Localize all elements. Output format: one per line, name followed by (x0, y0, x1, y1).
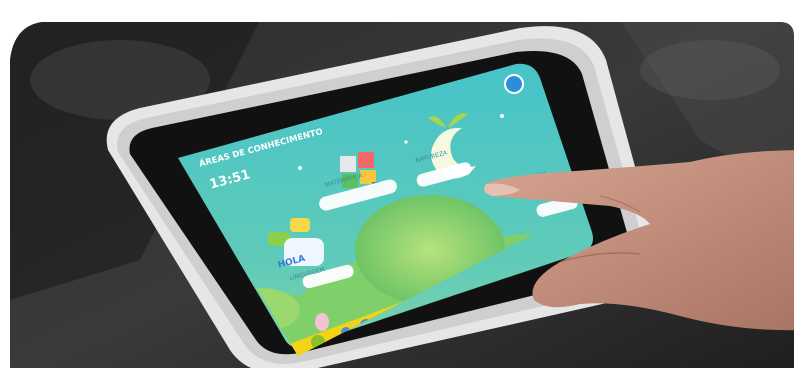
tablet-photo: ÁREAS DE CONHECIMENTO 13:51 MATEMÁTICA N… (0, 0, 804, 378)
globe-icon[interactable] (504, 74, 524, 94)
photo-frame: ÁREAS DE CONHECIMENTO 13:51 MATEMÁTICA N… (0, 0, 804, 378)
